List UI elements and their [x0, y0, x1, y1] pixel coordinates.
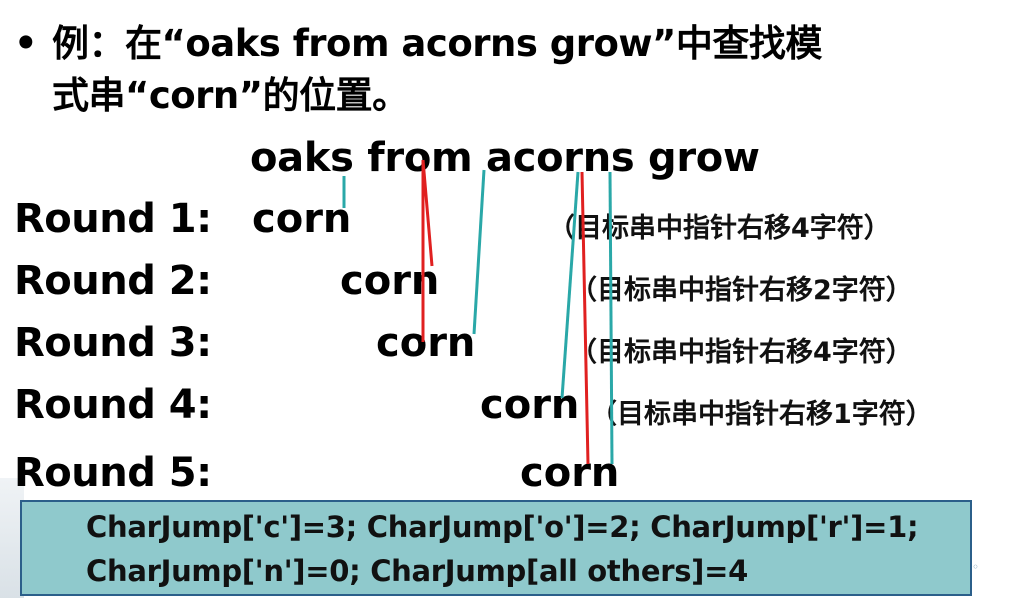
round-3-label: Round 3: — [14, 320, 212, 366]
round-2-note: （目标串中指针右移2字符） — [570, 275, 913, 306]
slide: • 例：在“oaks from acorns grow”中查找模 式串“corn… — [0, 0, 1012, 602]
round-1-pattern: corn — [252, 196, 352, 242]
round-3-pattern: corn — [376, 320, 476, 366]
round-4-label: Round 4: — [14, 382, 212, 428]
round-5-label: Round 5: — [14, 450, 212, 496]
bullet-text-line-1: 例：在“oaks from acorns grow”中查找模 — [52, 22, 822, 65]
round-4-note: （目标串中指针右移1字符） — [590, 399, 933, 430]
round-2-label: Round 2: — [14, 258, 212, 304]
round-5-pattern: corn — [520, 450, 620, 496]
bullet-text-line-2: 式串“corn”的位置。 — [52, 74, 409, 117]
bullet-dot: • — [14, 22, 38, 65]
round-2-pattern: corn — [340, 258, 440, 304]
charjump-line-2: CharJump['n']=0; CharJump[all others]=4 — [86, 554, 748, 588]
target-string: oaks from acorns grow — [250, 135, 760, 181]
round-1-label: Round 1: — [14, 196, 212, 242]
teal-line-round-3 — [472, 169, 486, 335]
decorative-corner-mark: ◦ — [972, 560, 980, 574]
round-1-note: （目标串中指针右移4字符） — [548, 213, 891, 244]
charjump-line-1: CharJump['c']=3; CharJump['o']=2; CharJu… — [86, 510, 919, 544]
bullet-text: 例：在“oaks from acorns grow”中查找模 式串“corn”的… — [52, 18, 1002, 122]
charjump-box: CharJump['c']=3; CharJump['o']=2; CharJu… — [20, 500, 972, 596]
round-3-note: （目标串中指针右移4字符） — [570, 337, 913, 368]
round-4-pattern: corn — [480, 382, 580, 428]
